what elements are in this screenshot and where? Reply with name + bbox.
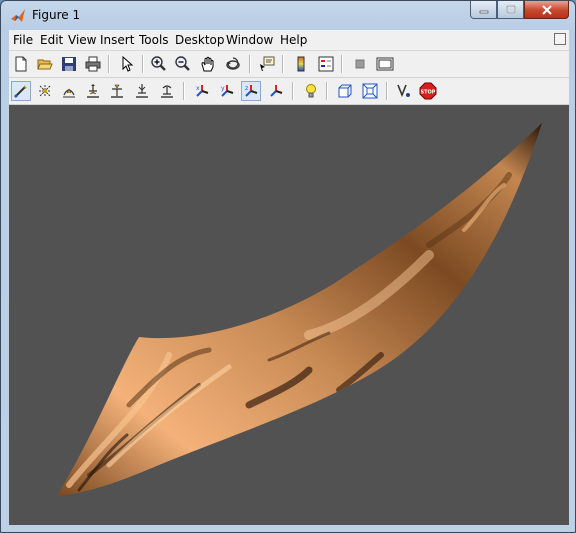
insert-colorbar-icon — [297, 56, 305, 72]
rotate-3d-button[interactable] — [223, 54, 243, 74]
new-figure-button[interactable] — [11, 54, 31, 74]
toolbar-separator — [183, 82, 185, 100]
close-icon — [541, 4, 552, 15]
zoom-out-icon — [175, 56, 190, 71]
axes-area[interactable] — [9, 105, 569, 525]
camera-toolbar: x y z STOP — [9, 78, 569, 105]
orbit-scene-light-button[interactable] — [35, 81, 55, 101]
figure-canvas[interactable] — [9, 105, 569, 525]
menu-tools[interactable]: Tools — [139, 33, 169, 47]
toolbar-separator — [142, 55, 144, 73]
perspective-projection-button[interactable] — [360, 81, 380, 101]
data-cursor-button[interactable] — [257, 54, 277, 74]
toolbar-separator — [282, 55, 284, 73]
move-camera-horizontal-button[interactable] — [83, 81, 103, 101]
rotate-3d-icon — [226, 57, 240, 70]
roll-camera-icon — [161, 85, 173, 98]
save-icon — [62, 57, 76, 71]
close-button[interactable] — [524, 1, 569, 19]
minimize-button[interactable] — [470, 1, 497, 19]
principal-axis-y-icon: y — [221, 85, 234, 97]
svg-text:z: z — [245, 85, 248, 92]
hide-plot-tools-icon — [355, 59, 365, 69]
edit-plot-arrow-icon — [122, 56, 134, 72]
reset-camera-button[interactable] — [394, 81, 414, 101]
reset-camera-icon — [397, 84, 410, 98]
stop-camera-button[interactable]: STOP — [418, 81, 438, 101]
toolbar-separator — [108, 55, 110, 73]
principal-axis-none-icon — [270, 85, 283, 97]
minimize-icon — [479, 10, 488, 13]
hide-plot-tools-button[interactable] — [350, 54, 370, 74]
menu-view[interactable]: View — [68, 33, 96, 47]
move-camera-horizontal-icon — [87, 84, 99, 98]
zoom-camera-button[interactable] — [132, 81, 152, 101]
svg-text:x: x — [196, 85, 200, 92]
data-cursor-icon — [260, 56, 275, 71]
move-camera-forward-back-button[interactable] — [107, 81, 127, 101]
dock-figure-button[interactable] — [554, 33, 566, 45]
menu-file[interactable]: File — [13, 33, 33, 47]
pan-tilt-camera-icon — [63, 88, 75, 98]
toolbar-separator — [326, 82, 328, 100]
svg-text:STOP: STOP — [421, 90, 436, 96]
zoom-in-button[interactable] — [149, 54, 169, 74]
stop-camera-icon: STOP — [419, 82, 437, 100]
open-file-button[interactable] — [35, 54, 55, 74]
insert-legend-icon — [318, 56, 334, 72]
warped-image-surface — [57, 123, 542, 496]
menu-edit[interactable]: Edit — [40, 33, 63, 47]
pan-hand-icon — [201, 56, 214, 72]
insert-colorbar-button[interactable] — [291, 54, 311, 74]
maximize-button[interactable] — [497, 1, 524, 19]
zoom-out-button[interactable] — [173, 54, 193, 74]
new-figure-icon — [15, 56, 27, 72]
toolbar-separator — [341, 55, 343, 73]
menu-desktop[interactable]: Desktop — [175, 33, 225, 47]
principal-axis-y-button[interactable]: y — [217, 81, 237, 101]
orbit-scene-light-icon — [39, 85, 51, 97]
print-icon — [85, 56, 101, 72]
show-plot-tools-button[interactable] — [375, 54, 395, 74]
save-button[interactable] — [59, 54, 79, 74]
perspective-projection-icon — [362, 83, 378, 99]
show-plot-tools-icon — [376, 57, 394, 71]
menu-help[interactable]: Help — [280, 33, 307, 47]
toggle-scene-light-icon — [306, 84, 316, 98]
menu-bar: File Edit View Insert Tools Desktop Wind… — [9, 30, 569, 51]
toolbar-separator — [292, 82, 294, 100]
maximize-icon — [505, 4, 516, 14]
pan-button[interactable] — [198, 54, 218, 74]
menu-insert[interactable]: Insert — [100, 33, 134, 47]
figure-window: Figure 1 File Edit View Insert Tools Des… — [0, 0, 576, 533]
print-button[interactable] — [83, 54, 103, 74]
principal-axis-none-button[interactable] — [266, 81, 286, 101]
orthographic-projection-button[interactable] — [335, 81, 355, 101]
orthographic-projection-icon — [338, 84, 352, 98]
zoom-camera-icon — [136, 84, 148, 98]
zoom-in-icon — [151, 56, 166, 71]
toggle-scene-light-button[interactable] — [301, 81, 321, 101]
principal-axis-z-button[interactable]: z — [241, 81, 261, 101]
principal-axis-x-icon: x — [196, 85, 209, 97]
svg-text:y: y — [221, 85, 225, 92]
orbit-camera-icon — [14, 85, 27, 98]
title-bar[interactable]: Figure 1 — [1, 1, 575, 29]
edit-plot-button[interactable] — [117, 54, 137, 74]
orbit-camera-button[interactable] — [11, 81, 31, 101]
matlab-logo-icon — [11, 9, 25, 22]
menu-window[interactable]: Window — [226, 33, 273, 47]
insert-legend-button[interactable] — [316, 54, 336, 74]
pan-tilt-camera-button[interactable] — [59, 81, 79, 101]
move-camera-forward-back-icon — [111, 84, 123, 98]
toolbar-separator — [386, 82, 388, 100]
roll-camera-button[interactable] — [157, 81, 177, 101]
figure-toolbar — [9, 51, 569, 78]
open-file-icon — [37, 59, 53, 70]
principal-axis-z-icon: z — [245, 85, 258, 97]
toolbar-separator — [249, 55, 251, 73]
window-title: Figure 1 — [32, 8, 81, 22]
principal-axis-x-button[interactable]: x — [192, 81, 212, 101]
